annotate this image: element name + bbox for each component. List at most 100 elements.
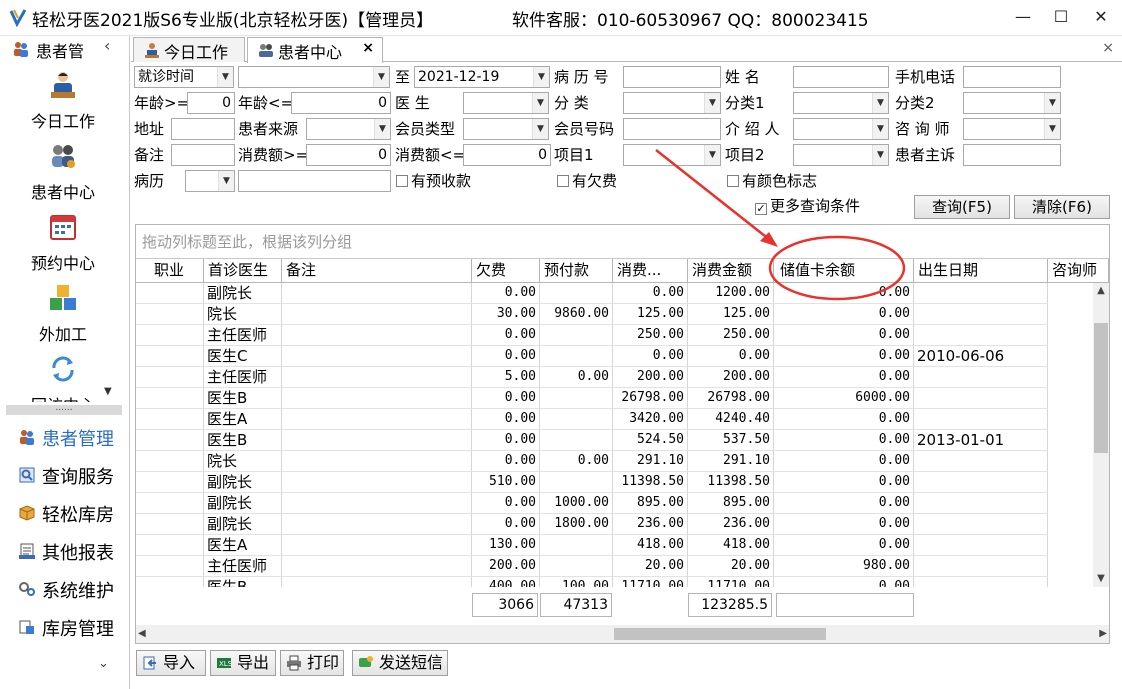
table-row[interactable]: 院长 30.00 9860.00 125.00 125.00 0.00	[136, 304, 1092, 325]
column-header-occupation[interactable]: 职业	[136, 259, 204, 283]
sidebar-item-query-service[interactable]: 查询服务	[10, 460, 130, 490]
sidebar-scroll-down-button[interactable]: ▼	[104, 386, 112, 397]
sidebar-item-system-maintenance[interactable]: 系统维护	[10, 574, 130, 604]
sidebar-item-easy-warehouse[interactable]: 轻松库房	[10, 498, 130, 528]
vertical-scroll-thumb[interactable]	[1094, 323, 1108, 453]
table-row[interactable]: 副院长 510.00 11398.50 11398.50 0.00	[136, 472, 1092, 493]
summary-prepaid: 47313	[540, 593, 612, 617]
cell-debt: 400.00	[472, 577, 540, 587]
column-header-spend-count[interactable]: 消费...	[613, 259, 688, 283]
history-select[interactable]: ▼	[185, 170, 235, 192]
sidebar-item-patient-center[interactable]: 患者中心	[0, 141, 126, 211]
scroll-up-arrow-icon[interactable]: ▲	[1093, 283, 1109, 299]
date-type-select[interactable]: 就诊时间 ▼	[134, 66, 234, 88]
item1-select[interactable]: ▼	[623, 144, 721, 166]
referrer-select[interactable]: ▼	[793, 118, 889, 140]
table-row[interactable]: 副院长 0.00 0.00 1200.00 0.00	[136, 283, 1092, 304]
record-no-input[interactable]	[623, 66, 721, 88]
tab-patient-center[interactable]: 患者中心 ×	[247, 37, 383, 63]
color-flag-checkbox[interactable]: 有颜色标志	[727, 171, 817, 191]
member-no-input[interactable]	[623, 118, 721, 140]
table-row[interactable]: 医生A 0.00 3420.00 4240.40 0.00	[136, 409, 1092, 430]
column-header-consultant[interactable]: 咨询师	[1048, 259, 1109, 283]
category1-select[interactable]: ▼	[793, 92, 889, 114]
summary-debt: 3066	[472, 593, 538, 617]
table-row[interactable]: 主任医师 0.00 250.00 250.00 0.00	[136, 325, 1092, 346]
sidebar-item-appointment-center[interactable]: 预约中心	[0, 212, 126, 282]
table-row[interactable]: 医生B 0.00 26798.00 26798.00 6000.00	[136, 388, 1092, 409]
tab-today-work[interactable]: 今日工作	[133, 37, 245, 62]
phone-input[interactable]	[963, 66, 1061, 88]
name-label: 姓 名	[725, 68, 760, 86]
column-header-prepaid[interactable]: 预付款	[540, 259, 613, 283]
sms-icon	[359, 656, 373, 667]
close-window-button[interactable]: ✕	[1082, 0, 1120, 34]
table-row[interactable]: 院长 0.00 0.00 291.10 291.10 0.00	[136, 451, 1092, 472]
sidebar-item-label: 患者管理	[42, 429, 114, 450]
query-button[interactable]: 查询(F5)	[914, 195, 1010, 219]
sidebar-item-outsourcing[interactable]: 外加工	[0, 283, 126, 353]
sidebar-expand-more-button[interactable]: ⌄	[98, 656, 109, 671]
remark-input[interactable]	[171, 144, 235, 166]
column-header-card-balance[interactable]: 储值卡余额	[774, 259, 914, 283]
send-sms-button[interactable]: 发送短信	[352, 650, 448, 676]
sidebar-splitter-handle[interactable]: ......	[6, 404, 122, 415]
table-row[interactable]: 医生A 130.00 418.00 418.00 0.00	[136, 535, 1092, 556]
table-row[interactable]: 主任医师 200.00 20.00 20.00 980.00	[136, 556, 1092, 577]
cell-card-balance: 0.00	[774, 304, 914, 325]
sidebar-item-other-reports[interactable]: 其他报表	[10, 536, 130, 566]
date-from-picker[interactable]: ▼	[238, 66, 390, 88]
maximize-button[interactable]: ☐	[1042, 0, 1080, 34]
debt-checkbox[interactable]: 有欠费	[557, 171, 617, 191]
category2-select[interactable]: ▼	[963, 92, 1061, 114]
consultant-select[interactable]: ▼	[963, 118, 1061, 140]
column-header-remark[interactable]: 备注	[282, 259, 472, 283]
name-input[interactable]	[793, 66, 889, 88]
table-row[interactable]: 医生B 0.00 524.50 537.50 0.00 2013-01-01	[136, 430, 1092, 451]
column-header-spend-amount[interactable]: 消费金额	[688, 259, 774, 283]
column-header-first-doctor[interactable]: 首诊医生	[204, 259, 282, 283]
prepaid-checkbox[interactable]: 有预收款	[396, 171, 471, 191]
column-header-debt[interactable]: 欠费	[472, 259, 540, 283]
export-button[interactable]: XLS 导出	[210, 650, 276, 676]
column-header-birth-date[interactable]: 出生日期	[914, 259, 1048, 283]
group-by-panel[interactable]: 拖动列标题至此，根据该列分组	[136, 225, 1109, 259]
cell-prepaid	[540, 388, 613, 409]
close-tab-button[interactable]: ×	[362, 40, 374, 56]
horizontal-scroll-thumb[interactable]	[614, 628, 826, 640]
complaint-input[interactable]	[963, 144, 1061, 166]
spend-max-input[interactable]: 0	[463, 144, 551, 166]
spend-min-input[interactable]: 0	[306, 144, 391, 166]
table-row[interactable]: 主任医师 5.00 0.00 200.00 200.00 0.00	[136, 367, 1092, 388]
member-type-select[interactable]: ▼	[463, 118, 549, 140]
horizontal-scrollbar[interactable]: ◀ ▶	[136, 625, 1109, 643]
patient-source-select[interactable]: ▼	[306, 118, 391, 140]
table-row[interactable]: 副院长 0.00 1000.00 895.00 895.00 0.00	[136, 493, 1092, 514]
date-to-picker[interactable]: 2021-12-19 ▼	[414, 66, 550, 88]
sidebar-item-patient-management[interactable]: 患者管理	[10, 422, 130, 452]
sidebar-item-warehouse-management[interactable]: 库房管理	[10, 612, 130, 642]
cell-occupation	[136, 409, 204, 430]
history-input[interactable]	[238, 170, 391, 192]
doctor-select[interactable]: ▼	[463, 92, 549, 114]
print-button[interactable]: 打印	[280, 650, 344, 676]
table-row[interactable]: 医生B 400.00 100.00 11710.00 11710.00 0.00	[136, 577, 1092, 587]
age-max-input[interactable]: 0	[291, 92, 391, 114]
age-min-input[interactable]: 0	[187, 92, 235, 114]
close-all-tabs-button[interactable]: ×	[1102, 40, 1114, 56]
table-row[interactable]: 医生C 0.00 0.00 0.00 0.00 2010-06-06	[136, 346, 1092, 367]
category-select[interactable]: ▼	[623, 92, 721, 114]
import-button[interactable]: 导入	[136, 650, 206, 676]
scroll-right-arrow-icon[interactable]: ▶	[1093, 625, 1107, 643]
address-input[interactable]	[171, 118, 235, 140]
sidebar-item-today-work[interactable]: 今日工作	[0, 70, 126, 140]
more-conditions-checkbox[interactable]: ✓ 更多查询条件	[755, 196, 860, 216]
item2-select[interactable]: ▼	[793, 144, 889, 166]
vertical-scrollbar[interactable]: ▲ ▼	[1093, 283, 1109, 587]
minimize-button[interactable]: —	[1004, 0, 1042, 34]
scroll-down-arrow-icon[interactable]: ▼	[1093, 571, 1109, 587]
table-row[interactable]: 副院长 0.00 1800.00 236.00 236.00 0.00	[136, 514, 1092, 535]
collapse-sidebar-button[interactable]: ‹	[104, 36, 110, 55]
scroll-left-arrow-icon[interactable]: ◀	[138, 625, 152, 643]
clear-button[interactable]: 清除(F6)	[1014, 195, 1110, 219]
